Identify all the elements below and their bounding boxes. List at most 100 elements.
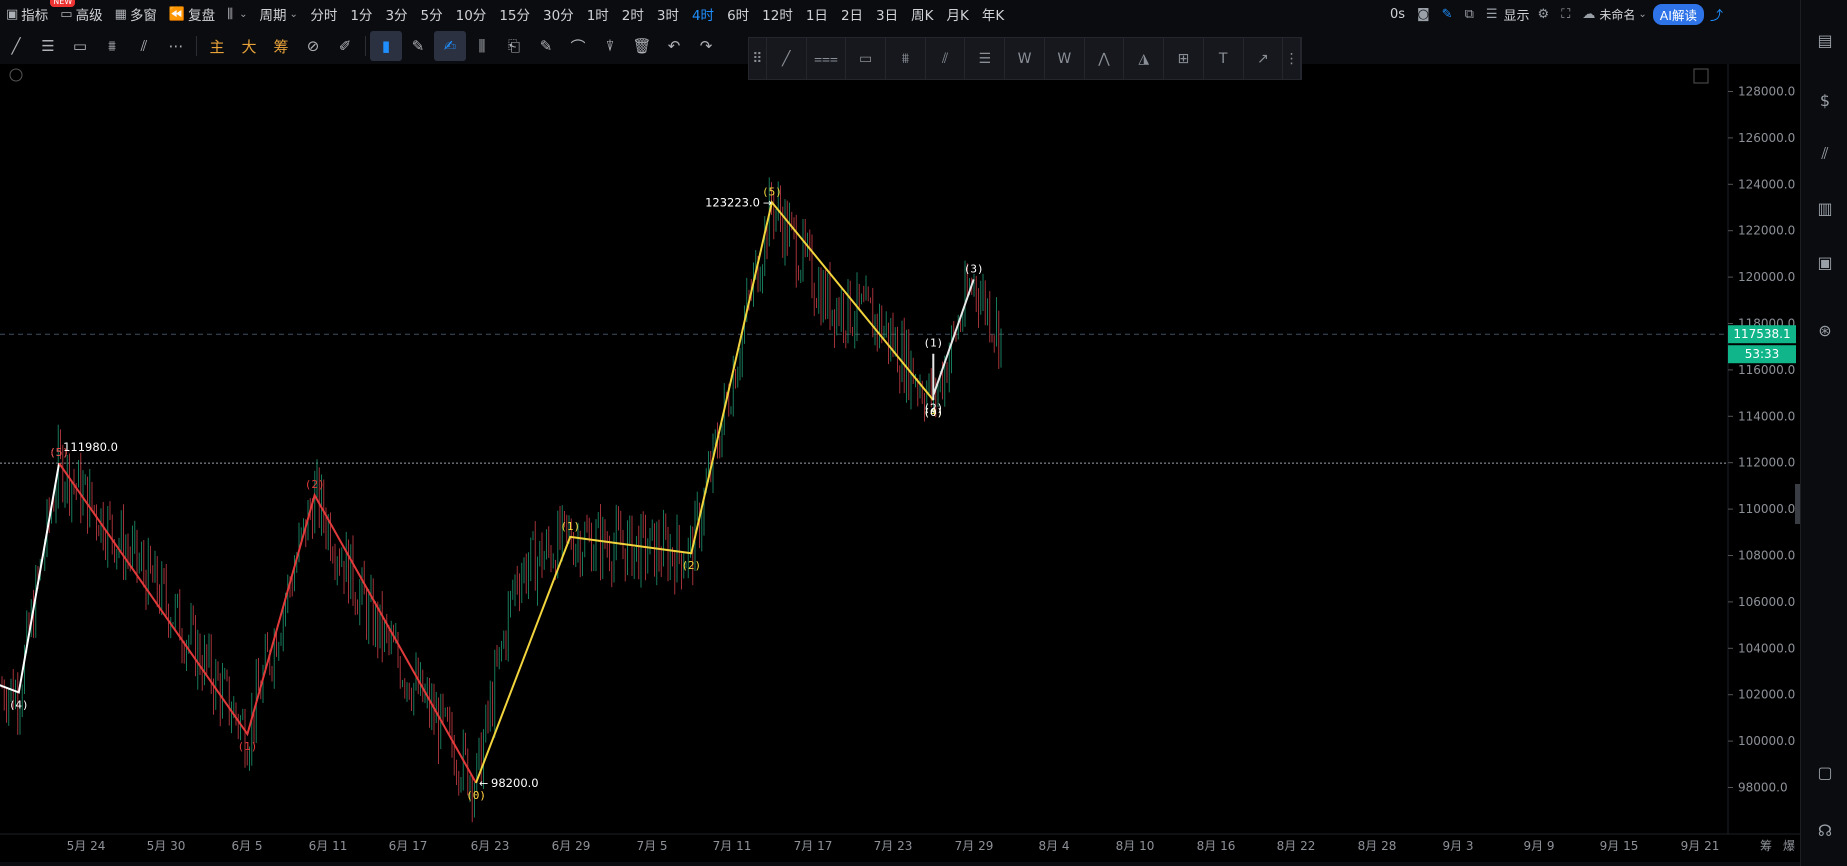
undo-icon[interactable]: ↶ <box>658 31 690 61</box>
period-6时[interactable]: 6时 <box>721 0 756 28</box>
x-tick-label: 8月 22 <box>1277 839 1316 853</box>
hlines-tool-icon[interactable]: ☰ <box>32 31 64 61</box>
monitor-icon[interactable]: ▥ <box>1813 196 1837 220</box>
overlay-筹[interactable]: 筹 <box>265 31 297 61</box>
display-button[interactable]: 显示 <box>1504 5 1530 24</box>
period-年K[interactable]: 年K <box>975 0 1010 28</box>
x-tick-label: 6月 23 <box>471 839 510 853</box>
top-item-5[interactable]: 周期 ⌄ <box>253 0 303 28</box>
magnet-icon[interactable]: ⌒ <box>562 31 594 61</box>
popout-icon[interactable]: ⧉ <box>1465 7 1474 22</box>
period-3日[interactable]: 3日 <box>870 0 905 28</box>
period-2日[interactable]: 2日 <box>834 0 869 28</box>
yellow_wave-label: (0) <box>466 789 486 802</box>
headset-icon[interactable]: ☊ <box>1813 818 1837 842</box>
top-item-label: 高级 <box>75 8 103 24</box>
period-30分[interactable]: 30分 <box>537 0 581 28</box>
y-tick-label: 116000.0 <box>1738 363 1795 377</box>
period-1日[interactable]: 1日 <box>799 0 834 28</box>
popout-chart-icon <box>1693 68 1709 84</box>
period-1分[interactable]: 1分 <box>344 0 379 28</box>
lock-icon[interactable]: ⎗ <box>498 31 530 61</box>
small_wave-label: (2) <box>923 401 943 414</box>
pattern-tool-icon[interactable]: ⊘ <box>297 31 329 61</box>
period-周K[interactable]: 周K <box>905 0 940 28</box>
small_wave-label: (1) <box>923 337 943 350</box>
candles <box>1 177 1002 823</box>
new-badge: NEW <box>50 0 76 7</box>
price-chart[interactable]: 128000.0 126000.0 124000.0 122000.0 120000.0… <box>0 64 1800 862</box>
price-label: 123223.0 <box>705 195 760 209</box>
x-tick-label: 8月 4 <box>1038 839 1069 853</box>
list-icon[interactable]: ☰ <box>1486 7 1498 22</box>
period-15分[interactable]: 15分 <box>493 0 537 28</box>
candle-type-icon: ⫼ <box>227 6 234 22</box>
pen-icon[interactable]: ✎ <box>1442 7 1453 22</box>
white_wave-label: (4) <box>9 698 29 711</box>
divider <box>196 36 197 56</box>
fullscreen-icon[interactable]: ⛶ <box>1561 7 1570 22</box>
right-sidebar: ▤ $ ⫽ ▥ ▣ ⊛ ▢ ☊ <box>1800 0 1847 866</box>
chart-icon[interactable]: ⫽ <box>1813 142 1837 166</box>
camera-icon[interactable]: ◙ <box>1417 7 1430 22</box>
layers-icon[interactable]: ▣ <box>1813 250 1837 274</box>
measure-tool-icon[interactable]: ⩩ <box>96 31 128 61</box>
gear-icon[interactable]: ⚙ <box>1538 7 1550 22</box>
ruler-icon[interactable]: ✎ <box>402 31 434 61</box>
line-tool-icon[interactable]: ╱ <box>0 31 32 61</box>
parallel-tool-icon[interactable]: ⫽ <box>128 31 160 61</box>
x-tick-label: 6月 5 <box>231 839 262 853</box>
chevron-down-icon: ⌄ <box>239 8 248 20</box>
price-label: 111980.0 <box>63 440 118 454</box>
advanced-icon: ▭ <box>60 6 73 22</box>
chevron-down-icon[interactable]: ⌄ <box>1638 9 1646 20</box>
bookmark-icon[interactable]: ▮ <box>370 31 402 61</box>
top-item-4[interactable]: ⫼ ⌄ <box>221 0 253 28</box>
redo-icon[interactable]: ↷ <box>690 31 722 61</box>
doc-icon[interactable]: ▤ <box>1813 28 1837 52</box>
yellow_wave-label: (2) <box>681 559 701 572</box>
replay-icon: ⏪ <box>168 6 186 22</box>
arrow-right-icon: → <box>763 196 772 209</box>
brush-tool-icon[interactable]: ✐ <box>329 31 361 61</box>
trash-icon[interactable]: 🗑 <box>626 31 658 61</box>
top-item-1[interactable]: ▭ 高级 NEW <box>50 0 108 28</box>
y-tick-label: 102000.0 <box>1738 688 1795 702</box>
top-item-2[interactable]: ▦ 多窗 <box>109 0 163 28</box>
period-4时[interactable]: 4时 <box>685 0 720 28</box>
x-tick-label: 9月 9 <box>1523 839 1554 853</box>
filter-icon[interactable]: ⍒ <box>594 31 626 61</box>
period-月K[interactable]: 月K <box>940 0 975 28</box>
y-tick-label: 104000.0 <box>1738 641 1795 655</box>
period-3分[interactable]: 3分 <box>379 0 414 28</box>
period-3时[interactable]: 3时 <box>650 0 685 28</box>
multiwindow-icon: ▦ <box>114 6 127 22</box>
signal-icon[interactable]: ⊛ <box>1813 318 1837 342</box>
period-1时[interactable]: 1时 <box>580 0 615 28</box>
period-5分[interactable]: 5分 <box>414 0 449 28</box>
rect-tool-icon[interactable]: ▭ <box>64 31 96 61</box>
layout-icon[interactable]: ▢ <box>1813 760 1837 784</box>
top-item-label: 多窗 <box>129 8 157 24</box>
overlay-大[interactable]: 大 <box>233 31 265 61</box>
x-tick-label: 7月 5 <box>636 839 667 853</box>
period-2时[interactable]: 2时 <box>615 0 650 28</box>
share-icon[interactable]: ⤴ <box>1710 5 1723 24</box>
countdown-label: 0s <box>1390 6 1406 22</box>
layout-name[interactable]: 未命名 <box>1599 6 1635 23</box>
period-分时[interactable]: 分时 <box>304 0 344 28</box>
x-tick-label: 6月 11 <box>309 839 348 853</box>
top-item-3[interactable]: ⏪ 复盘 <box>163 0 221 28</box>
more-tools-icon[interactable]: ⋯ <box>160 31 192 61</box>
top-item-0[interactable]: ▣ 指标 <box>0 0 54 28</box>
overlay-主[interactable]: 主 <box>201 31 233 61</box>
dollar-icon[interactable]: $ <box>1813 88 1837 112</box>
period-10分[interactable]: 10分 <box>449 0 493 28</box>
period-12时[interactable]: 12时 <box>756 0 800 28</box>
ai-interpret-button[interactable]: AI解读 <box>1652 3 1704 25</box>
compare-icon[interactable]: ⫼ <box>466 31 498 61</box>
draw-mode-icon[interactable]: ✍ <box>434 31 466 61</box>
cloud-icon[interactable]: ☁ <box>1582 7 1595 22</box>
edit-icon[interactable]: ✎ <box>530 31 562 61</box>
bottom-edge <box>0 862 1800 866</box>
